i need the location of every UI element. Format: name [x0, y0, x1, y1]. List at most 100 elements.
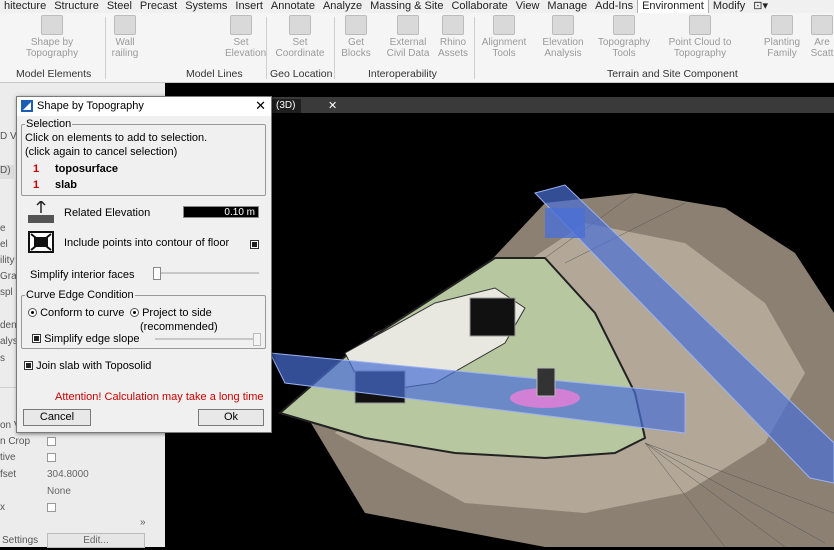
include-points-checkbox[interactable]: [250, 240, 259, 249]
elevation-analysis-tool[interactable]: Elevation Analysis: [537, 15, 589, 59]
recommended-label: (recommended): [140, 321, 218, 333]
ribbon-tab[interactable]: hitecture: [0, 0, 50, 13]
wall-railing-tool[interactable]: Wall railing: [110, 15, 140, 59]
project-to-side-option[interactable]: Project to side: [130, 307, 212, 319]
view-tab-3d[interactable]: (3D): [270, 99, 302, 113]
ribbon-tab[interactable]: Precast: [136, 0, 181, 13]
instruction-text: Click on elements to add to selection.: [25, 132, 208, 144]
selection-list[interactable]: 1 toposurface 1 slab: [33, 162, 183, 190]
ribbon-tab-bar: hitecture Structure Steel Precast Systems Ins…: [0, 0, 834, 13]
simplify-interior-label: Simplify interior faces: [30, 269, 135, 281]
panel-fragment: el: [0, 239, 8, 250]
ribbon-tab[interactable]: Collaborate: [447, 0, 511, 13]
box-checkbox[interactable]: [47, 502, 56, 512]
ribbon: Shape by Topography Wall railing Set Ele…: [0, 13, 834, 83]
ribbon-tab[interactable]: View: [512, 0, 544, 13]
edit-button[interactable]: Edit...: [47, 533, 145, 548]
ribbon-tab[interactable]: Add-Ins: [591, 0, 637, 13]
panel-fragment: D V: [0, 131, 17, 142]
conform-radio[interactable]: [28, 308, 37, 317]
related-elevation-input[interactable]: 0.10 m: [183, 206, 259, 218]
structure: [536, 367, 556, 397]
shape-by-topography-dialog: Shape by Topography ✕ Selection Click on…: [16, 96, 272, 433]
ribbon-tab[interactable]: Steel: [103, 0, 136, 13]
panel-fragment: ility: [0, 255, 15, 266]
settings-label: Settings: [2, 535, 39, 546]
panel-model-lines: Model Lines: [186, 68, 243, 80]
topography-icon: [613, 15, 635, 35]
floor-contour-icon: [28, 231, 54, 253]
panel-interoperability: Interoperability: [368, 68, 437, 80]
panel-fragment: den: [0, 320, 17, 331]
chart-icon: [552, 15, 574, 35]
ribbon-tab[interactable]: Environment: [637, 0, 709, 13]
active-checkbox[interactable]: [47, 452, 56, 462]
close-icon[interactable]: ✕: [255, 98, 266, 114]
related-elevation-icon: [28, 201, 54, 223]
panel-fragment: e: [0, 223, 6, 234]
planting-family-tool[interactable]: Planting Family: [762, 15, 802, 59]
simplify-edge-track: [155, 338, 259, 340]
ribbon-tab[interactable]: Structure: [50, 0, 103, 13]
dialog-titlebar: Shape by Topography ✕: [17, 97, 271, 116]
join-slab-checkbox[interactable]: [24, 361, 33, 370]
set-coordinate-tool[interactable]: Set Coordinate: [272, 15, 328, 59]
point-cloud-tool[interactable]: Point Cloud to Topography: [662, 15, 738, 59]
join-slab-option[interactable]: Join slab with Toposolid: [24, 360, 151, 372]
conform-to-curve-option[interactable]: Conform to curve: [28, 307, 124, 319]
tree-icon: [771, 15, 793, 35]
cancel-button[interactable]: Cancel: [23, 409, 91, 426]
property-row[interactable]: tive: [0, 452, 155, 466]
ribbon-tab[interactable]: Manage: [543, 0, 591, 13]
curve-edge-label: Curve Edge Condition: [25, 289, 135, 301]
dialog-title: Shape by Topography: [37, 100, 144, 112]
building-block: [469, 297, 516, 337]
shape-by-topography-tool[interactable]: Shape by Topography: [22, 15, 82, 59]
rhino-assets-tool[interactable]: Rhino Assets: [436, 15, 470, 59]
close-icon[interactable]: ✕: [328, 99, 337, 113]
ribbon-tab[interactable]: ⊡▾: [749, 0, 772, 13]
property-row[interactable]: n Crop: [0, 436, 155, 450]
attention-message: Attention! Calculation may take a long t…: [55, 391, 264, 403]
instruction-text: (click again to cancel selection): [25, 146, 178, 158]
external-civil-data-tool[interactable]: External Civil Data: [382, 15, 434, 59]
shape-topography-icon: [41, 15, 63, 35]
point-cloud-icon: [689, 15, 711, 35]
blocks-icon: [345, 15, 367, 35]
selection-label: Selection: [25, 118, 73, 130]
property-row[interactable]: None: [0, 486, 155, 500]
topography-tools-tool[interactable]: Topography Tools: [596, 15, 652, 59]
simplify-edge-slider[interactable]: [253, 333, 261, 346]
simplify-edge-checkbox[interactable]: [32, 334, 41, 343]
property-row[interactable]: fset 304.8000: [0, 469, 155, 483]
panel-separator: [334, 17, 335, 79]
panel-terrain: Terrain and Site Component: [607, 68, 738, 80]
panel-model-elements: Model Elements: [16, 68, 92, 80]
panel-separator: [474, 17, 475, 79]
panel-fragment: s: [0, 353, 5, 364]
ribbon-tab[interactable]: Insert: [231, 0, 267, 13]
collapse-icon[interactable]: »: [140, 517, 146, 528]
project-radio[interactable]: [130, 308, 139, 317]
include-points-label: Include points into contour of floor: [64, 237, 230, 249]
civil-data-icon: [397, 15, 419, 35]
alignment-tools-tool[interactable]: Alignment Tools: [478, 15, 530, 59]
ribbon-tab[interactable]: Modify: [709, 0, 749, 13]
ribbon-tab[interactable]: Analyze: [319, 0, 366, 13]
set-elevation-tool[interactable]: Set Elevation: [225, 15, 266, 59]
property-row[interactable]: x: [0, 502, 155, 516]
crop-checkbox[interactable]: [47, 436, 56, 446]
alignment-icon: [493, 15, 515, 35]
scatter-tool[interactable]: Are Scatt: [810, 15, 834, 59]
panel-fragment: D): [0, 165, 14, 179]
panel-fragment: spl: [0, 287, 13, 298]
ribbon-tab[interactable]: Annotate: [267, 0, 319, 13]
simplify-interior-slider[interactable]: [153, 267, 161, 280]
get-blocks-tool[interactable]: Get Blocks: [338, 15, 374, 59]
ribbon-tab[interactable]: Massing & Site: [366, 0, 447, 13]
simplify-edge-option[interactable]: Simplify edge slope: [32, 333, 139, 345]
ribbon-tab[interactable]: Systems: [181, 0, 231, 13]
ok-button[interactable]: Ok: [198, 409, 264, 426]
elevation-icon: [230, 15, 252, 35]
scatter-icon: [811, 15, 833, 35]
